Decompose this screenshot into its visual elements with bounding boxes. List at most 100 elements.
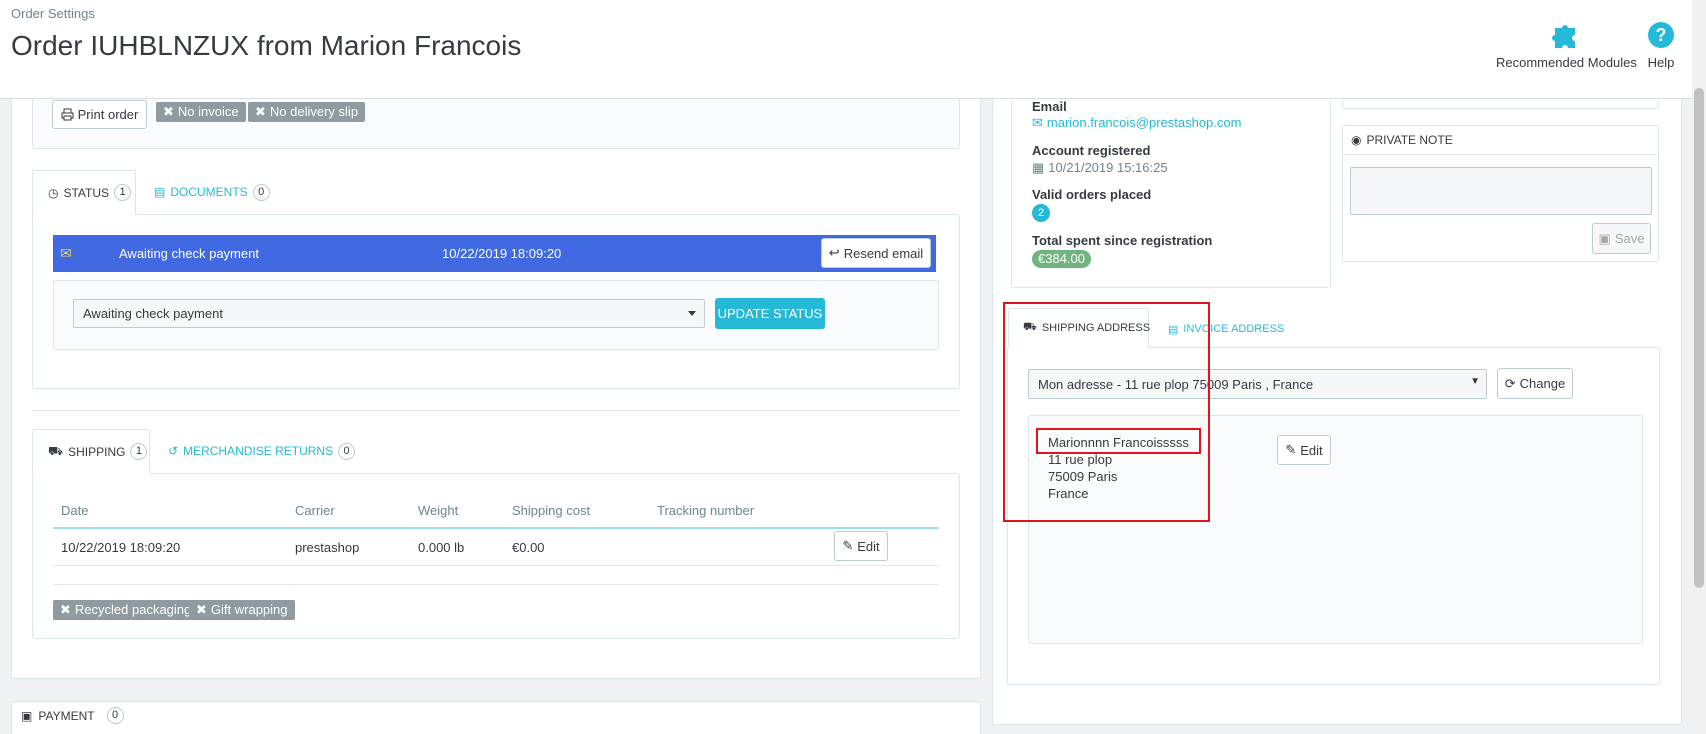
caret-down-icon: ▼ [1470,376,1480,387]
no-invoice-label: No invoice [177,104,239,119]
close-icon: ✖ [60,602,71,617]
tab-documents[interactable]: ▤ DOCUMENTS 0 [154,182,270,202]
customer-email-link[interactable]: ✉ marion.francois@prestashop.com [1032,115,1241,131]
page-title: Order IUHBLNZUX from Marion Francois [11,30,522,61]
recommended-modules-button[interactable]: Recommended Modules [1496,20,1637,70]
change-address-label: Change [1519,376,1566,391]
floppy-icon: ▣ [1598,230,1611,246]
gift-wrapping-label: Gift wrapping [210,602,288,617]
highlight-box [1003,302,1210,522]
undo-icon: ↺ [168,444,179,458]
save-note-label: Save [1614,231,1645,246]
table-row [53,529,939,566]
help-button[interactable]: ? Help [1646,20,1676,70]
column-header-weight: Weight [418,503,459,518]
highlight-box [1036,428,1201,454]
tab-merchandise-returns[interactable]: ↺ MERCHANDISE RETURNS 0 [168,441,356,461]
reply-icon: ↩ [828,245,840,260]
chevron-down-icon [688,311,696,316]
valid-orders-badge: 2 [1032,204,1050,222]
shipping-date-cell: 10/22/2019 18:09:20 [61,540,181,555]
close-icon: ✖ [163,104,174,119]
returns-count-badge: 0 [338,442,356,460]
recycled-packaging-label: Recycled packaging [74,602,192,617]
status-select[interactable]: Awaiting check payment [73,299,705,328]
no-invoice-tag: ✖ No invoice [156,102,246,122]
money-icon: ✉ [60,245,72,261]
payment-count-badge: 0 [106,707,124,724]
total-spent-label: Total spent since registration [1032,233,1213,248]
change-address-button[interactable]: ⟳ Change [1497,368,1573,399]
update-status-button[interactable]: UPDATE STATUS [715,298,825,329]
tab-merchandise-returns-label: MERCHANDISE RETURNS [183,444,334,458]
column-header-date: Date [61,503,89,518]
print-order-label: Print order [77,107,139,122]
shipping-weight-cell: 0.000 lb [418,540,465,555]
close-icon: ✖ [196,602,207,617]
print-order-button[interactable]: Print order [52,100,147,129]
tab-shipping[interactable]: ⛟ SHIPPING 1 [32,429,150,474]
tab-shipping-label: SHIPPING [68,444,126,459]
resend-email-button[interactable]: ↩ Resend email [821,238,931,268]
column-header-shipping-cost: Shipping cost [512,503,591,518]
edit-address-label: Edit [1300,442,1323,458]
truck-icon: ⛟ [48,443,64,458]
shipping-carrier-cell: prestashop [295,540,360,555]
pencil-icon: ✎ [1285,442,1297,457]
help-icon: ? [1648,22,1674,48]
resend-email-label: Resend email [843,245,924,261]
puzzle-icon [1552,25,1575,48]
documents-count-badge: 0 [252,183,270,201]
valid-orders-label: Valid orders placed [1032,187,1152,202]
status-select-value: Awaiting check payment [83,306,223,321]
current-status-label: Awaiting check payment [119,246,259,261]
document-icon: ▤ [154,185,166,199]
no-delivery-slip-tag: ✖ No delivery slip [248,102,366,122]
status-count-badge: 1 [114,184,132,201]
registered-date-text: 10/21/2019 15:16:25 [1048,160,1168,175]
divider [32,410,960,411]
no-delivery-slip-label: No delivery slip [269,104,359,119]
message-card-bottom [1342,99,1659,109]
divider [53,584,939,585]
private-note-heading: ◉ PRIVATE NOTE [1351,133,1453,147]
tab-status[interactable]: ◷ STATUS 1 [32,170,136,215]
page-header: Order Settings Order IUHBLNZUX from Mari… [0,0,1706,99]
calendar-icon: ▦ [1032,160,1045,175]
help-label: Help [1647,55,1675,70]
private-note-textarea[interactable] [1350,167,1652,215]
payment-label: PAYMENT [38,708,95,723]
recycled-packaging-tag: ✖ Recycled packaging [53,600,199,620]
refresh-icon: ⟳ [1504,375,1516,391]
private-note-title: PRIVATE NOTE [1366,133,1453,147]
eye-slash-icon: ◉ [1351,133,1362,147]
recommended-modules-label: Recommended Modules [1496,55,1637,70]
print-icon [61,108,74,121]
total-spent-badge: €384.00 [1032,250,1091,268]
edit-address-button[interactable]: ✎ Edit [1277,435,1331,465]
close-icon: ✖ [255,104,266,119]
svg-text:?: ? [1656,25,1667,45]
edit-shipping-button[interactable]: ✎ Edit [834,531,888,561]
edit-shipping-label: Edit [857,538,880,554]
tab-status-label: STATUS [63,185,110,200]
account-registered-label: Account registered [1032,143,1151,158]
tab-documents-label: DOCUMENTS [170,185,248,199]
payment-heading: ▣ PAYMENT 0 [21,707,124,724]
account-registered-date: ▦ 10/21/2019 15:16:25 [1032,160,1168,176]
breadcrumb[interactable]: Order Settings [11,6,95,21]
money-icon: ▣ [21,708,33,723]
shipping-count-badge: 1 [130,443,148,460]
email-label: Email [1032,99,1067,114]
scrollbar-thumb[interactable] [1694,88,1704,588]
save-note-button[interactable]: ▣ Save [1592,223,1651,254]
current-status-date: 10/22/2019 18:09:20 [442,246,562,261]
shipping-cost-cell: €0.00 [512,540,545,555]
gift-wrapping-tag: ✖ Gift wrapping [189,600,295,620]
customer-email: marion.francois@prestashop.com [1046,115,1242,130]
column-header-carrier: Carrier [295,503,335,518]
envelope-icon: ✉ [1032,115,1043,130]
payment-panel [11,701,981,734]
column-header-tracking-number: Tracking number [657,503,755,518]
pencil-icon: ✎ [842,538,854,553]
